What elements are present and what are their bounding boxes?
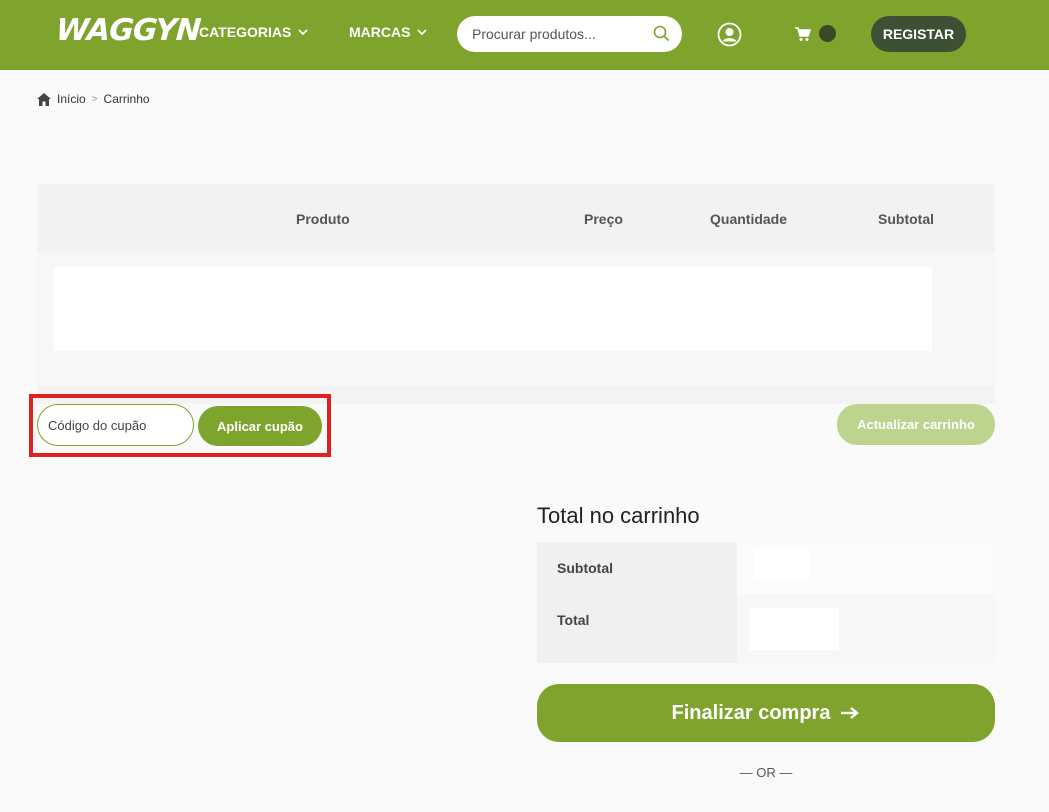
breadcrumb-separator: > <box>91 93 98 105</box>
breadcrumb-home[interactable]: Início <box>57 92 86 106</box>
arrow-right-icon <box>841 707 860 719</box>
breadcrumb: Início > Carrinho <box>37 92 150 106</box>
nav-marcas-label: MARCAS <box>349 24 411 40</box>
cart-table-header: Produto Preço Quantidade Subtotal <box>37 184 995 253</box>
chevron-down-icon <box>298 29 308 36</box>
site-logo[interactable]: WAGGYN <box>55 13 202 48</box>
coupon-code-input[interactable] <box>37 404 194 446</box>
cart-totals-title: Total no carrinho <box>537 503 700 528</box>
or-separator: — OR — <box>739 765 793 780</box>
search-input[interactable] <box>472 16 642 52</box>
user-circle-icon[interactable] <box>717 22 742 47</box>
cart-totals-table: Subtotal Total <box>537 542 995 663</box>
subtotal-value-placeholder <box>753 548 809 580</box>
chevron-down-icon <box>417 29 428 36</box>
cart-count-badge <box>819 25 836 42</box>
cart-icon[interactable] <box>795 26 811 42</box>
column-header-preco: Preço <box>584 211 623 227</box>
totals-subtotal-value <box>737 542 995 594</box>
site-header: WAGGYN CATEGORIAS MARCAS REGISTAR <box>0 0 1049 70</box>
total-value-placeholder <box>749 608 839 650</box>
cart-item-row <box>54 267 932 351</box>
search-box <box>457 16 682 52</box>
register-button[interactable]: REGISTAR <box>871 16 966 52</box>
update-cart-button[interactable]: Actualizar carrinho <box>837 404 995 445</box>
checkout-button-label: Finalizar compra <box>671 701 831 724</box>
cart-table-body <box>37 253 995 386</box>
checkout-button[interactable]: Finalizar compra <box>537 684 995 742</box>
totals-subtotal-label: Subtotal <box>537 542 737 594</box>
home-icon <box>37 92 51 106</box>
column-header-quantidade: Quantidade <box>710 211 788 227</box>
column-header-subtotal: Subtotal <box>878 211 934 227</box>
nav-categorias-label: CATEGORIAS <box>199 24 292 40</box>
totals-total-value <box>737 594 995 663</box>
column-header-produto: Produto <box>296 211 350 227</box>
apply-coupon-button[interactable]: Aplicar cupão <box>198 406 322 446</box>
totals-total-label: Total <box>537 594 737 663</box>
nav-marcas[interactable]: MARCAS <box>349 24 428 40</box>
nav-categorias[interactable]: CATEGORIAS <box>199 24 309 40</box>
search-icon[interactable] <box>653 25 670 42</box>
breadcrumb-current: Carrinho <box>103 92 150 106</box>
